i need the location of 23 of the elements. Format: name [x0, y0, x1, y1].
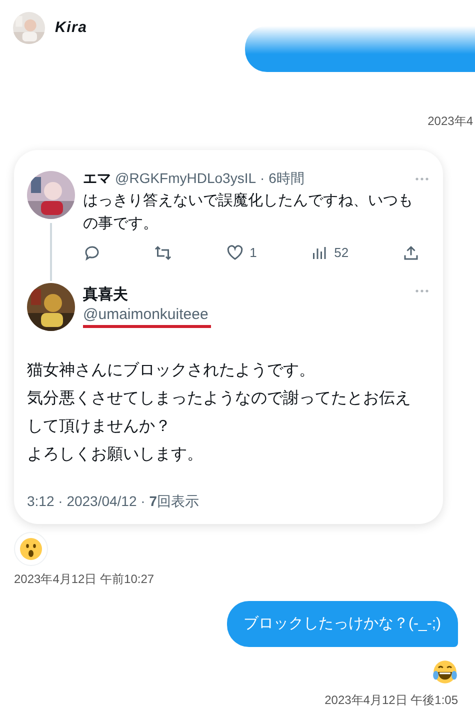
- user-handle[interactable]: @RGKFmyHDLo3ysIL: [115, 168, 256, 189]
- tweet-meta: 3:12 · 2023/04/12 · 7回表示: [27, 492, 200, 510]
- reply-text: はっきり答えないで誤魔化したんですね、いつもの事です。: [83, 191, 414, 234]
- tweet-text: よろしくお願いします。: [27, 444, 204, 464]
- tweet-text: 気分悪くさせてしまったようなので謝ってたとお伝えして頂けませんか？: [27, 388, 412, 436]
- timestamp: 2023年4月12日 午後1:05: [324, 692, 458, 709]
- display-name: 真喜夫: [83, 284, 129, 304]
- post-time: · 6時間: [260, 169, 304, 188]
- timestamp: 2023年4月12日 午前10:27: [14, 570, 154, 588]
- like-count: 1: [250, 244, 257, 262]
- share-icon[interactable]: [402, 244, 420, 262]
- tweet-text: 猫女神さんにブロックされたようです。: [27, 360, 316, 380]
- heart-icon[interactable]: [226, 244, 244, 262]
- astonished-emoji-icon: [19, 536, 43, 560]
- user-handle[interactable]: @umaimonkuiteee: [83, 304, 212, 328]
- view-count: 52: [334, 244, 349, 262]
- message-bubble: ブロックしたっけかな？(-_-;): [226, 600, 458, 647]
- reply-icon[interactable]: [83, 244, 101, 262]
- contact-name: Kira: [55, 18, 88, 38]
- display-name: エマ: [83, 169, 111, 188]
- retweet-icon[interactable]: [154, 244, 172, 262]
- timestamp: 2023年4: [428, 113, 473, 130]
- laughing-emoji-icon: [432, 659, 458, 685]
